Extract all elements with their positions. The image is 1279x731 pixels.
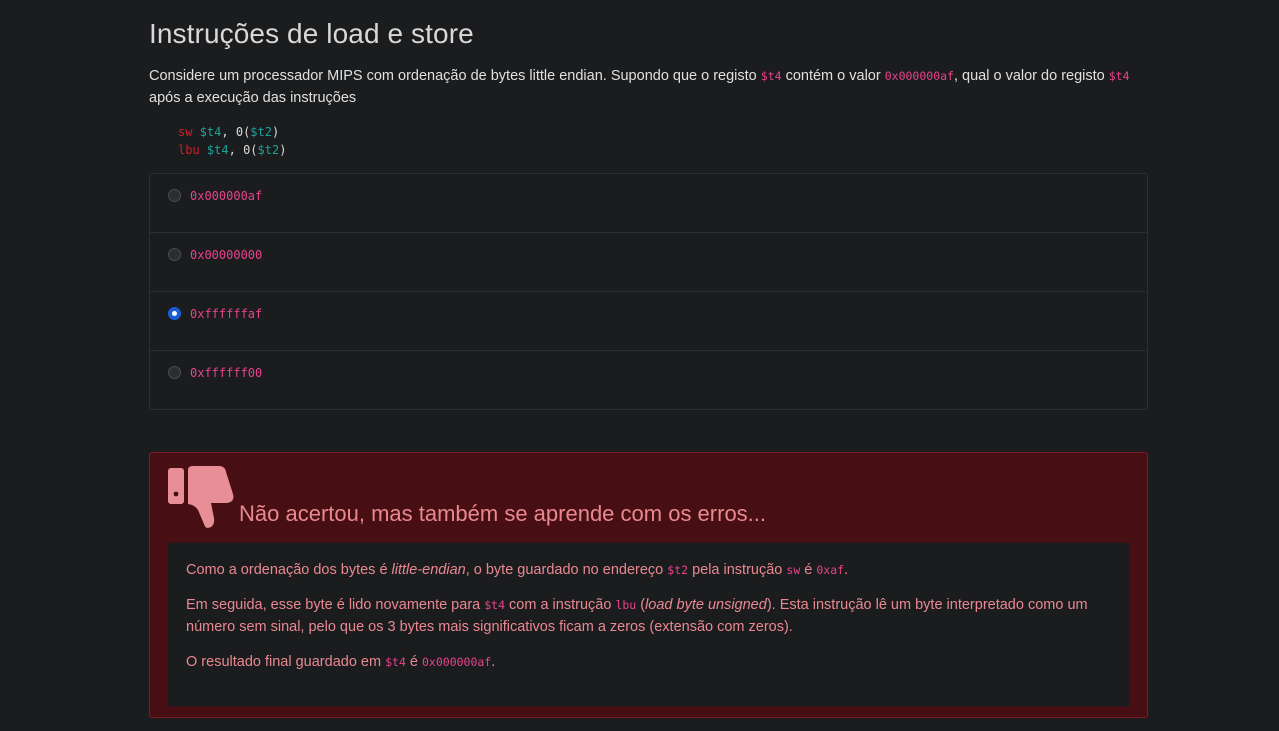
text: com a instrução [505, 597, 616, 613]
answer-option[interactable]: 0xffffffaf [150, 292, 1147, 351]
feedback-explanation: Como a ordenação dos bytes é little-endi… [168, 543, 1129, 706]
code-punct: , [228, 143, 244, 157]
code-punct: , [221, 125, 236, 139]
thumbs-down-icon [168, 466, 234, 528]
code-opcode: sw [178, 125, 193, 139]
answer-option[interactable]: 0xffffff00 [150, 351, 1147, 409]
inline-code-register: $t4 [1108, 69, 1130, 83]
inline-code: $t4 [385, 655, 406, 669]
text: ( [636, 597, 646, 613]
text: é [405, 654, 422, 670]
question-text-part: após a execução das instruções [149, 89, 357, 106]
answer-options: 0x000000af 0x00000000 0xffffffaf 0xfffff… [149, 173, 1148, 410]
code-register: $t4 [206, 143, 229, 157]
answer-option-label[interactable]: 0xffffff00 [190, 366, 262, 380]
text: é [800, 562, 817, 578]
inline-code-value: 0x000000af [884, 69, 954, 83]
inline-code: sw [786, 563, 801, 577]
feedback-title: Não acertou, mas também se aprende com o… [239, 501, 767, 526]
text: O resultado final guardado em [186, 654, 386, 670]
emphasis: little-endian [391, 562, 466, 578]
answer-option[interactable]: 0x00000000 [150, 233, 1147, 292]
inline-code: $t2 [667, 563, 689, 577]
code-register: $t2 [257, 143, 280, 157]
text: pela instrução [688, 562, 787, 578]
text: Como a ordenação dos bytes é [186, 562, 392, 578]
answer-option[interactable]: 0x000000af [150, 174, 1147, 233]
inline-code-register: $t4 [760, 69, 782, 83]
inline-code: 0x000000af [422, 655, 492, 669]
question-text: Considere um processador MIPS com ordena… [149, 66, 1148, 109]
explanation-paragraph: Como a ordenação dos bytes é little-endi… [186, 560, 1106, 582]
radio-button[interactable] [168, 248, 181, 261]
text: , o byte guardado no endereço [465, 562, 668, 578]
code-register: $t2 [250, 125, 272, 139]
code-block: sw $t4, 0($t2) lbu $t4, 0($t2) [178, 123, 286, 159]
explanation-paragraph: Em seguida, esse byte é lido novamente p… [186, 595, 1106, 638]
code-register: $t4 [199, 125, 222, 139]
question-text-part: , qual o valor do registo [953, 68, 1109, 84]
code-punct: ( [250, 143, 258, 157]
answer-option-label[interactable]: 0x000000af [190, 189, 262, 203]
emphasis: load byte unsigned [645, 597, 767, 613]
feedback-panel: Não acertou, mas também se aprende com o… [149, 452, 1148, 718]
code-offset: 0 [235, 125, 244, 139]
inline-code: 0xaf [816, 563, 845, 577]
radio-button-selected[interactable] [168, 307, 181, 320]
page-title: Instruções de load e store [149, 18, 474, 49]
question-text-part: contém o valor [781, 68, 885, 84]
code-punct: ) [271, 125, 280, 139]
inline-code: lbu [615, 598, 637, 612]
code-punct: ) [279, 143, 287, 157]
answer-option-label[interactable]: 0x00000000 [190, 248, 262, 262]
explanation-paragraph: O resultado final guardado em $t4 é 0x00… [186, 652, 1106, 674]
code-line: lbu $t4, 0($t2) [178, 141, 286, 159]
code-opcode: lbu [178, 143, 200, 157]
text: . [844, 562, 849, 578]
radio-button[interactable] [168, 366, 181, 379]
answer-option-label[interactable]: 0xffffffaf [190, 307, 262, 321]
text: . [491, 654, 496, 670]
inline-code: $t4 [484, 598, 506, 612]
question-text-part: Considere um processador MIPS com ordena… [149, 68, 761, 84]
radio-button[interactable] [168, 189, 181, 202]
text: Em seguida, esse byte é lido novamente p… [186, 597, 485, 613]
code-line: sw $t4, 0($t2) [178, 123, 286, 141]
